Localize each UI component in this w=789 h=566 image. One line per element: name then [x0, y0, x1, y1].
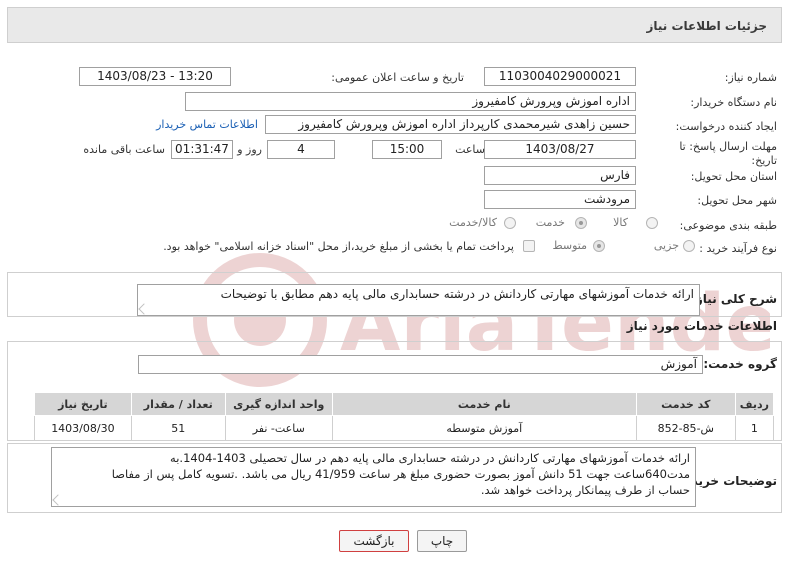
services-table-header: ردیف کد خدمت نام خدمت واحد اندازه گیری ت…: [34, 392, 775, 416]
days-field[interactable]: 4: [267, 140, 335, 159]
cell-date: 1403/08/30: [34, 415, 132, 441]
requester-label: ایجاد کننده درخواست:: [675, 120, 777, 133]
city-field[interactable]: مرودشت: [484, 190, 636, 209]
service-group-field[interactable]: آموزش: [138, 355, 703, 374]
cell-unit: ساعت- نفر: [224, 415, 333, 441]
cell-code: ش-85-852: [635, 415, 736, 441]
summary-text: ارائه خدمات آموزشهای مهارتی کاردانش در د…: [220, 287, 694, 301]
buyer-notes-textarea[interactable]: ارائه خدمات آموزشهای مهارتی کاردانش در د…: [51, 447, 696, 507]
deadline-label-line2: تاریخ:: [751, 154, 777, 167]
treasury-note: پرداخت تمام یا بخشی از مبلغ خرید،از محل …: [163, 240, 514, 253]
buyer-org-label: نام دستگاه خریدار:: [690, 96, 777, 109]
cell-name: آموزش متوسطه: [331, 415, 637, 441]
need-number-label: شماره نیاز:: [724, 71, 777, 84]
purchase-partial-radio[interactable]: [683, 240, 695, 252]
purchase-medium-label: متوسط: [552, 239, 587, 252]
province-field[interactable]: فارس: [484, 166, 636, 185]
radio-selected-dot-icon: [597, 244, 601, 248]
remaining-time-field[interactable]: 01:31:47: [171, 140, 233, 159]
remaining-time-label: ساعت باقی مانده: [83, 143, 165, 156]
announce-datetime-field[interactable]: 1403/08/23 - 13:20: [79, 67, 231, 86]
purchase-type-label: نوع فرآیند خرید :: [699, 242, 777, 255]
days-label: روز و: [237, 143, 262, 156]
resize-handle-icon[interactable]: [138, 303, 150, 315]
buyer-contact-link[interactable]: اطلاعات تماس خریدار: [156, 118, 258, 131]
category-goods-service-radio[interactable]: [504, 217, 516, 229]
requester-field[interactable]: حسین زاهدی شیرمحمدی کارپرداز اداره اموزش…: [265, 115, 636, 134]
purchase-partial-label: جزیی: [653, 239, 679, 252]
col-code: کد خدمت: [635, 392, 736, 416]
buyer-notes-line-3: حساب از طرف پیمانکار پرداخت خواهد شد.: [480, 483, 690, 497]
category-goods-service-label: کالا/خدمت: [449, 216, 497, 229]
col-date: تاریخ نیاز: [34, 392, 132, 416]
deadline-time-field[interactable]: 15:00: [372, 140, 442, 159]
category-goods-radio[interactable]: [646, 217, 658, 229]
buyer-org-field[interactable]: اداره اموزش وپرورش کامفیروز: [185, 92, 636, 111]
treasury-checkbox[interactable]: [523, 240, 535, 252]
cell-row: 1: [734, 415, 775, 441]
purchase-medium-radio[interactable]: [593, 240, 605, 252]
col-unit: واحد اندازه گیری: [224, 392, 333, 416]
city-label: شهر محل تحویل:: [697, 194, 777, 207]
header-bar: جزئیات اطلاعات نیاز: [7, 7, 782, 43]
category-service-label: خدمت: [535, 216, 565, 229]
col-row: ردیف: [734, 392, 775, 416]
service-group-label: گروه خدمت:: [703, 357, 777, 371]
summary-label: شرح کلی نیاز:: [691, 292, 777, 306]
category-goods-label: کالا: [613, 216, 628, 229]
cell-qty: 51: [130, 415, 226, 441]
page-title: جزئیات اطلاعات نیاز: [646, 19, 767, 33]
table-row[interactable]: 1 ش-85-852 آموزش متوسطه ساعت- نفر 51 140…: [34, 415, 775, 441]
col-qty: تعداد / مقدار: [130, 392, 226, 416]
province-label: استان محل تحویل:: [690, 170, 777, 183]
need-number-field[interactable]: 1103004029000021: [484, 67, 636, 86]
radio-selected-dot-icon: [579, 221, 583, 225]
category-service-radio[interactable]: [575, 217, 587, 229]
back-button[interactable]: بازگشت: [339, 530, 409, 552]
announce-datetime-label: تاریخ و ساعت اعلان عمومی:: [331, 71, 464, 84]
deadline-time-label: ساعت: [455, 143, 485, 156]
summary-textarea[interactable]: ارائه خدمات آموزشهای مهارتی کاردانش در د…: [137, 284, 700, 316]
buyer-notes-line-1: ارائه خدمات آموزشهای مهارتی کاردانش در د…: [170, 451, 690, 465]
services-table: ردیف کد خدمت نام خدمت واحد اندازه گیری ت…: [34, 392, 775, 441]
category-label: طبقه بندی موضوعی:: [679, 219, 777, 232]
print-button[interactable]: چاپ: [417, 530, 467, 552]
services-section-title: اطلاعات خدمات مورد نیاز: [626, 319, 777, 333]
col-name: نام خدمت: [331, 392, 637, 416]
deadline-date-field[interactable]: 1403/08/27: [484, 140, 636, 159]
buyer-notes-line-2: مدت640ساعت جهت 51 دانش آموز بصورت حضوری …: [111, 467, 690, 481]
deadline-label-line1: مهلت ارسال پاسخ: تا: [679, 140, 777, 153]
